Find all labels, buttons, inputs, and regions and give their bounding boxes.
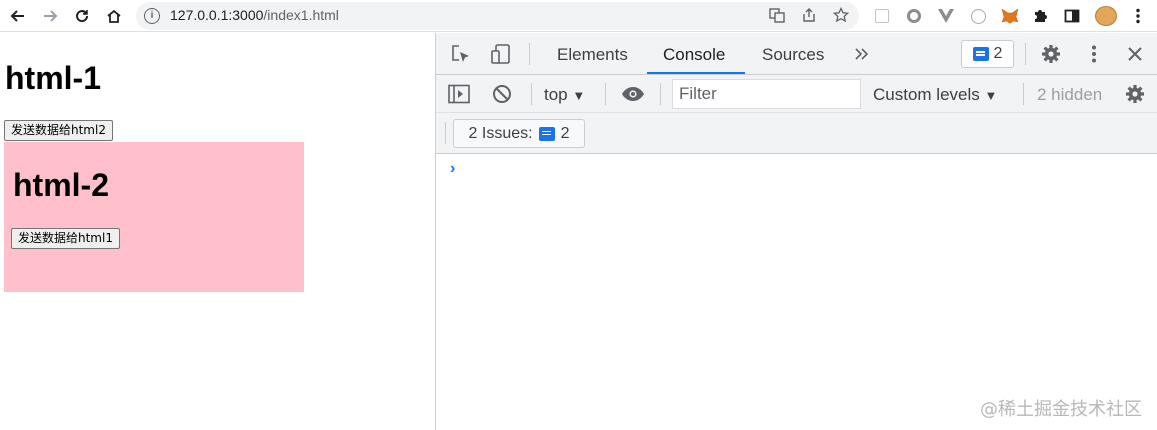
console-settings-gear-icon[interactable] <box>1124 83 1146 105</box>
toolbar-separator <box>531 83 532 105</box>
console-output[interactable]: › <box>436 154 1157 430</box>
tab-separator <box>529 43 530 65</box>
page-viewport: html-1 发送数据给html2 html-2 发送数据给html1 <box>0 33 435 430</box>
settings-gear-icon[interactable] <box>1040 43 1062 65</box>
send-to-html2-button[interactable]: 发送数据给html2 <box>4 120 113 141</box>
console-filter-input[interactable] <box>672 79 861 109</box>
extensions-puzzle-icon[interactable] <box>1030 6 1050 26</box>
tab-sources[interactable]: Sources <box>762 45 824 65</box>
devtools-panel: Elements Console Sources 2 top ▼ Filter … <box>435 33 1157 430</box>
watermark: @稀土掘金技术社区 <box>980 399 1142 420</box>
bookmark-star-icon[interactable] <box>832 6 850 25</box>
back-icon[interactable] <box>6 4 30 28</box>
inspect-element-icon[interactable] <box>450 43 472 65</box>
console-toolbar: top ▼ Custom levels ▼ 2 hidden <box>436 75 1157 113</box>
vue-devtools-icon[interactable] <box>936 6 956 26</box>
clock-extension-icon[interactable] <box>968 6 988 26</box>
issues-label: 2 Issues: <box>468 124 533 142</box>
toolbar-separator <box>605 83 606 105</box>
reload-icon[interactable] <box>70 4 94 28</box>
log-levels-dropdown[interactable]: Custom levels ▼ <box>873 85 997 105</box>
send-to-html1-button[interactable]: 发送数据给html1 <box>11 228 120 249</box>
address-bar[interactable]: i 127.0.0.1:3000/index1.html <box>136 2 859 30</box>
toolbar-separator <box>1023 83 1024 105</box>
tab-console[interactable]: Console <box>663 45 725 65</box>
issues-count: 2 <box>560 124 570 142</box>
console-prompt-chevron-icon[interactable]: › <box>450 160 455 178</box>
metamask-fox-icon[interactable] <box>1000 6 1020 26</box>
live-expression-eye-icon[interactable] <box>620 83 646 105</box>
issues-button[interactable]: 2 Issues: 2 <box>453 119 585 148</box>
badge-count: 2 <box>993 45 1003 62</box>
html2-iframe: html-2 发送数据给html1 <box>4 142 304 292</box>
share-icon[interactable] <box>800 7 818 25</box>
issue-message-icon <box>538 126 555 141</box>
devtools-menu-icon[interactable] <box>1085 43 1103 65</box>
home-icon[interactable] <box>102 4 126 28</box>
message-icon <box>972 47 989 61</box>
devtools-tab-bar: Elements Console Sources 2 <box>436 33 1157 75</box>
url-path: /index1.html <box>263 7 339 23</box>
extension-circle-icon[interactable] <box>904 6 924 26</box>
active-tab-indicator <box>647 72 745 74</box>
tab-separator <box>1025 43 1026 65</box>
show-sidebar-icon[interactable] <box>448 84 470 104</box>
hidden-messages-count: 2 hidden <box>1037 85 1103 104</box>
page-heading: html-1 <box>5 60 101 96</box>
device-toolbar-icon[interactable] <box>489 42 513 66</box>
issues-separator <box>445 122 446 144</box>
levels-label: Custom levels <box>873 85 980 104</box>
more-tabs-chevron-icon[interactable] <box>852 44 872 64</box>
iframe-heading: html-2 <box>13 167 109 203</box>
side-panel-icon[interactable] <box>1062 6 1082 26</box>
dropdown-triangle-icon: ▼ <box>572 88 586 103</box>
issues-bar: 2 Issues: 2 <box>436 113 1157 154</box>
console-messages-badge[interactable]: 2 <box>961 40 1014 68</box>
tab-elements[interactable]: Elements <box>557 45 628 65</box>
site-info-icon[interactable]: i <box>144 8 160 24</box>
close-devtools-icon[interactable] <box>1124 43 1146 65</box>
extension-icon[interactable] <box>872 6 892 26</box>
profile-avatar-icon[interactable] <box>1094 5 1118 27</box>
toolbar-separator <box>660 83 661 105</box>
clear-console-icon[interactable] <box>491 83 513 105</box>
forward-icon[interactable] <box>38 4 62 28</box>
js-context-selector[interactable]: top ▼ <box>544 85 585 105</box>
dropdown-triangle-icon: ▼ <box>984 88 998 103</box>
chrome-menu-icon[interactable] <box>1128 6 1148 26</box>
url-text[interactable]: 127.0.0.1:3000/index1.html <box>170 7 339 23</box>
url-host: 127.0.0.1:3000 <box>170 7 264 23</box>
context-label: top <box>544 85 568 104</box>
translate-icon[interactable] <box>768 7 786 25</box>
browser-toolbar: i 127.0.0.1:3000/index1.html <box>0 0 1157 32</box>
